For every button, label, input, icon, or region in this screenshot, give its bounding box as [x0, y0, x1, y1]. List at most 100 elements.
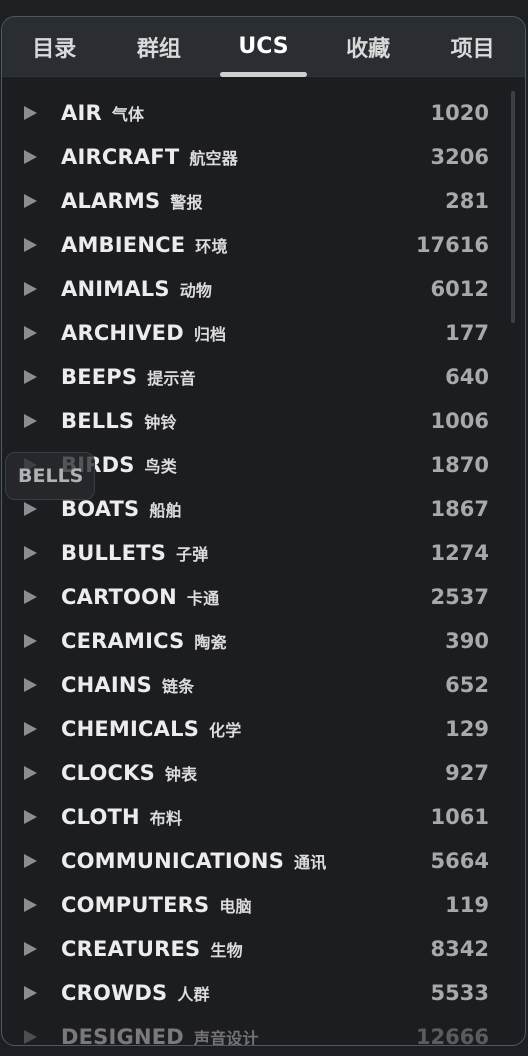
category-label: DESIGNED — [61, 1025, 184, 1046]
category-name: ARCHIVED 归档 — [61, 321, 226, 345]
category-count: 12666 — [415, 1025, 489, 1046]
list-item[interactable]: COMMUNICATIONS 通讯 5664 — [2, 839, 525, 883]
list-item[interactable]: ARCHIVED 归档 177 — [2, 311, 525, 355]
expand-arrow-icon[interactable] — [24, 678, 37, 692]
category-name: CLOTH 布料 — [61, 805, 182, 829]
category-chinese-label: 人群 — [177, 985, 210, 1004]
tab-groups[interactable]: 群组 — [107, 17, 212, 76]
category-list: AIR 气体 1020 AIRCRAFT 航空器 3206 ALARMS 警报 281 AMBIE… — [2, 91, 525, 1046]
list-item[interactable]: CARTOON 卡通 2537 — [2, 575, 525, 619]
drag-tooltip: BELLS — [5, 452, 95, 500]
list-item[interactable]: BELLS 钟铃 1006 — [2, 399, 525, 443]
category-chinese-label: 子弹 — [176, 545, 209, 564]
expand-arrow-icon[interactable] — [24, 414, 37, 428]
expand-arrow-icon[interactable] — [24, 238, 37, 252]
category-chinese-label: 船舶 — [149, 501, 182, 520]
category-label: AMBIENCE — [61, 233, 186, 257]
category-chinese-label: 钟铃 — [144, 413, 177, 432]
category-label: CHAINS — [61, 673, 152, 697]
category-count: 1020 — [430, 101, 489, 125]
list-item[interactable]: AIRCRAFT 航空器 3206 — [2, 135, 525, 179]
category-chinese-label: 航空器 — [189, 149, 238, 168]
expand-arrow-icon[interactable] — [24, 370, 37, 384]
list-item[interactable]: BEEPS 提示音 640 — [2, 355, 525, 399]
category-chinese-label: 卡通 — [186, 589, 220, 608]
expand-arrow-icon[interactable] — [24, 502, 37, 516]
list-item[interactable]: BULLETS 子弹 1274 — [2, 531, 525, 575]
category-chinese-label: 化学 — [209, 721, 242, 740]
category-label: CREATURES — [61, 937, 201, 961]
list-item[interactable]: CREATURES 生物 8342 — [2, 927, 525, 971]
tab-projects[interactable]: 项目 — [420, 17, 525, 76]
category-label: CARTOON — [61, 585, 177, 609]
list-item[interactable]: CROWDS 人群 5533 — [2, 971, 525, 1015]
tab-favorites[interactable]: 收藏 — [316, 17, 421, 76]
category-label: BELLS — [61, 409, 135, 433]
category-name: ANIMALS 动物 — [61, 277, 212, 301]
category-label: COMMUNICATIONS — [61, 849, 285, 873]
category-label: ANIMALS — [61, 277, 170, 301]
list-item[interactable]: DESIGNED 声音设计 12666 — [2, 1015, 525, 1046]
list-item[interactable]: CLOCKS 钟表 927 — [2, 751, 525, 795]
category-chinese-label: 环境 — [195, 237, 228, 256]
category-chinese-label: 通讯 — [294, 853, 327, 872]
category-name: AIRCRAFT 航空器 — [61, 145, 238, 169]
list-item[interactable]: CERAMICS 陶瓷 390 — [2, 619, 525, 663]
expand-arrow-icon[interactable] — [24, 326, 37, 340]
category-chinese-label: 气体 — [111, 105, 145, 124]
category-name: CREATURES 生物 — [61, 937, 243, 961]
list-item[interactable]: COMPUTERS 电脑 119 — [2, 883, 525, 927]
expand-arrow-icon[interactable] — [24, 590, 37, 604]
list-item[interactable]: CLOTH 布料 1061 — [2, 795, 525, 839]
category-count: 5664 — [430, 849, 489, 873]
category-name: AMBIENCE 环境 — [61, 233, 228, 257]
category-chinese-label: 陶瓷 — [194, 633, 227, 652]
expand-arrow-icon[interactable] — [24, 766, 37, 780]
expand-arrow-icon[interactable] — [24, 106, 37, 120]
tab-catalog[interactable]: 目录 — [2, 17, 107, 76]
expand-arrow-icon[interactable] — [24, 854, 37, 868]
list-item[interactable]: AMBIENCE 环境 17616 — [2, 223, 525, 267]
category-count: 927 — [445, 761, 489, 785]
category-label: ALARMS — [61, 189, 161, 213]
category-label: CLOCKS — [61, 761, 155, 785]
expand-arrow-icon[interactable] — [24, 810, 37, 824]
category-count: 1006 — [430, 409, 489, 433]
category-label: BULLETS — [61, 541, 167, 565]
list-item[interactable]: CHAINS 链条 652 — [2, 663, 525, 707]
expand-arrow-icon[interactable] — [24, 986, 37, 1000]
category-chinese-label: 归档 — [193, 325, 227, 344]
category-name: COMPUTERS 电脑 — [61, 893, 252, 917]
expand-arrow-icon[interactable] — [24, 194, 37, 208]
category-name: CHEMICALS 化学 — [61, 717, 241, 741]
expand-arrow-icon[interactable] — [24, 282, 37, 296]
category-chinese-label: 链条 — [161, 677, 195, 696]
category-count: 129 — [445, 717, 489, 741]
expand-arrow-icon[interactable] — [24, 942, 37, 956]
expand-arrow-icon[interactable] — [24, 1030, 37, 1044]
list-item[interactable]: AIR 气体 1020 — [2, 91, 525, 135]
category-name: AIR 气体 — [61, 101, 144, 125]
list-item[interactable]: CHEMICALS 化学 129 — [2, 707, 525, 751]
category-count: 17616 — [415, 233, 489, 257]
category-count: 390 — [445, 629, 489, 653]
expand-arrow-icon[interactable] — [24, 898, 37, 912]
category-label: COMPUTERS — [61, 893, 210, 917]
category-name: COMMUNICATIONS 通讯 — [61, 849, 326, 873]
category-name: CLOCKS 钟表 — [61, 761, 197, 785]
category-count: 3206 — [430, 145, 489, 169]
scrollbar-thumb[interactable] — [511, 91, 515, 323]
category-name: BELLS 钟铃 — [61, 409, 177, 433]
expand-arrow-icon[interactable] — [24, 546, 37, 560]
expand-arrow-icon[interactable] — [24, 150, 37, 164]
expand-arrow-icon[interactable] — [24, 722, 37, 736]
category-label: CHEMICALS — [61, 717, 200, 741]
category-name: BEEPS 提示音 — [61, 365, 196, 389]
category-name: CROWDS 人群 — [61, 981, 210, 1005]
category-count: 2537 — [430, 585, 489, 609]
category-label: CROWDS — [61, 981, 168, 1005]
list-item[interactable]: ALARMS 警报 281 — [2, 179, 525, 223]
expand-arrow-icon[interactable] — [24, 634, 37, 648]
list-item[interactable]: ANIMALS 动物 6012 — [2, 267, 525, 311]
tab-ucs[interactable]: UCS — [211, 17, 316, 77]
